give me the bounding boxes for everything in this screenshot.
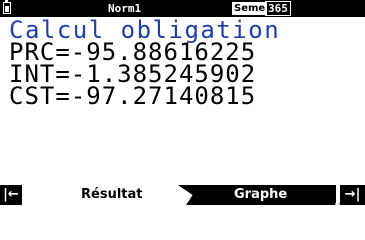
status-bar: Norm1 Seme 365 xyxy=(0,0,365,17)
result-tab[interactable]: Résultat xyxy=(52,185,182,205)
day-count-label: Seme xyxy=(232,2,268,15)
function-key-bar: |← Résultat Graphe →| xyxy=(0,183,365,207)
graph-tab-label: Graphe xyxy=(234,187,288,202)
day-count-value: 365 xyxy=(265,1,291,16)
battery-level xyxy=(5,6,9,12)
graph-tab[interactable]: Graphe xyxy=(178,185,340,205)
angle-mode-indicator: Norm1 xyxy=(108,2,142,15)
back-arrow-icon[interactable]: |← xyxy=(0,185,22,205)
calculator-screen: Norm1 Seme 365 Calcul obligation PRC=-95… xyxy=(0,0,365,207)
forward-arrow-icon[interactable]: →| xyxy=(340,185,365,205)
battery-icon xyxy=(3,0,11,14)
result-cst: CST=-97.27140815 xyxy=(9,82,257,110)
